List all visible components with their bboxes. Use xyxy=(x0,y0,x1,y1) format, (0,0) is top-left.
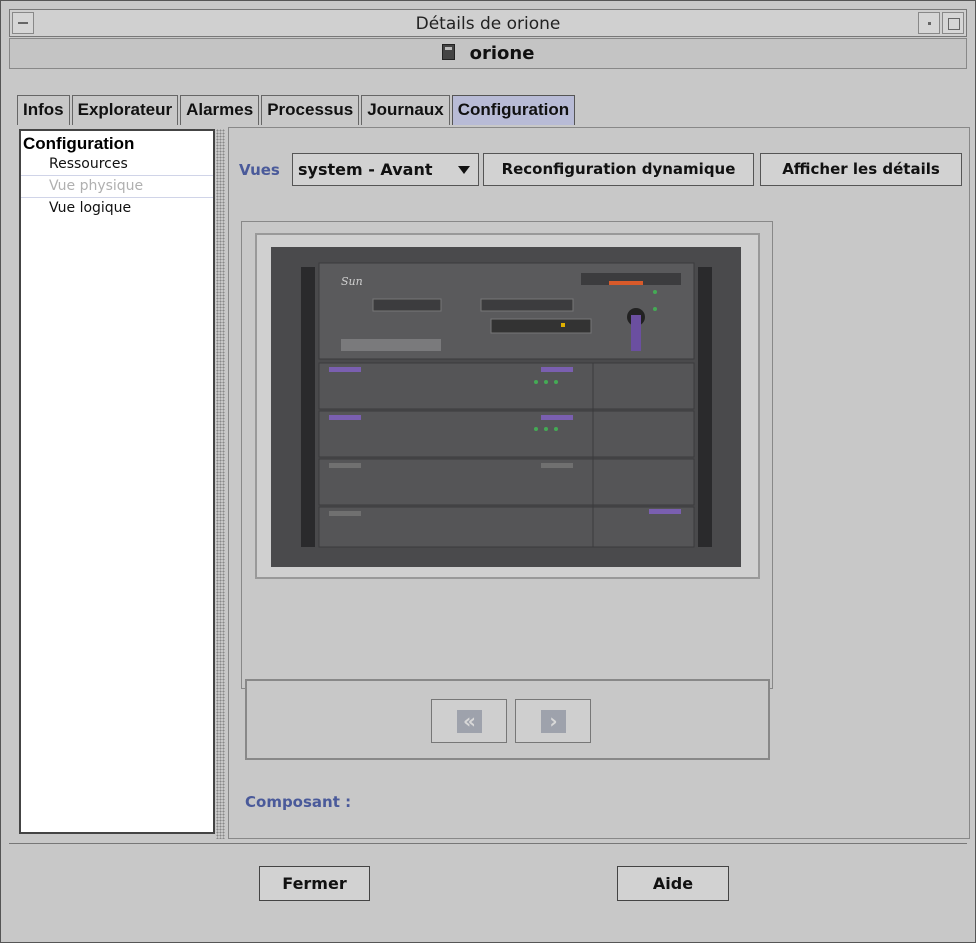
tree-item-vue-logique[interactable]: Vue logique xyxy=(21,198,213,219)
physical-view-viewer: Sun « › xyxy=(241,221,773,760)
window-title: Détails de orione xyxy=(415,14,561,34)
title-bar[interactable]: Détails de orione xyxy=(9,9,967,37)
chevron-right-icon: › xyxy=(541,710,566,733)
views-label: Vues xyxy=(239,161,280,179)
previous-view-button[interactable]: « xyxy=(431,699,507,743)
server-front-image[interactable]: Sun xyxy=(271,247,741,567)
window-frame: Détails de orione orione Infos Explorate… xyxy=(0,0,976,943)
next-view-button[interactable]: › xyxy=(515,699,591,743)
tab-infos[interactable]: Infos xyxy=(17,95,70,125)
image-navigation-bar: « › xyxy=(245,679,770,760)
tab-processus[interactable]: Processus xyxy=(261,95,360,125)
chevron-down-icon xyxy=(458,166,470,174)
tab-journaux[interactable]: Journaux xyxy=(361,95,450,125)
svg-text:Sun: Sun xyxy=(341,275,363,288)
config-tree: Configuration Ressources Vue physique Vu… xyxy=(19,129,215,834)
host-name: orione xyxy=(469,43,535,64)
config-panel: Vues system - Avant Reconfiguration dyna… xyxy=(228,127,970,839)
server-image-frame: Sun xyxy=(255,233,760,579)
tab-alarmes[interactable]: Alarmes xyxy=(180,95,260,125)
tree-root-configuration[interactable]: Configuration xyxy=(21,131,213,154)
dynamic-reconfiguration-button[interactable]: Reconfiguration dynamique xyxy=(483,153,754,186)
show-details-button[interactable]: Afficher les détails xyxy=(760,153,962,186)
tree-item-vue-physique: Vue physique xyxy=(21,176,213,198)
tree-item-ressources[interactable]: Ressources xyxy=(21,154,213,176)
chevron-left-icon: « xyxy=(457,710,482,733)
tab-bar: Infos Explorateur Alarmes Processus Jour… xyxy=(17,95,577,125)
help-button[interactable]: Aide xyxy=(617,866,729,901)
host-header: orione xyxy=(9,38,967,69)
pane-splitter[interactable] xyxy=(216,129,225,839)
tab-configuration[interactable]: Configuration xyxy=(451,95,576,125)
views-dropdown[interactable]: system - Avant xyxy=(292,153,479,186)
views-selected-value: system - Avant xyxy=(298,160,433,179)
dialog-button-bar: Fermer Aide xyxy=(9,843,967,939)
close-button[interactable]: Fermer xyxy=(259,866,370,901)
component-label: Composant : xyxy=(245,793,352,811)
server-icon xyxy=(441,44,455,60)
tab-explorateur[interactable]: Explorateur xyxy=(71,95,179,125)
maximize-button[interactable] xyxy=(942,12,964,34)
minimize-button[interactable] xyxy=(918,12,940,34)
